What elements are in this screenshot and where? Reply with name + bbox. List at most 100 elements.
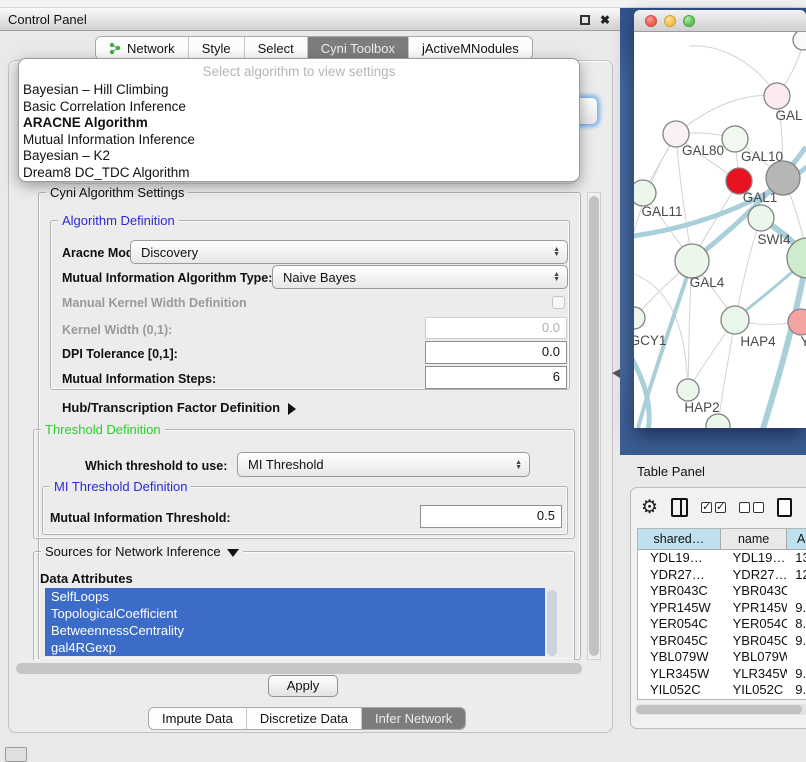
list-item[interactable]: BetweennessCentrality [45, 622, 545, 639]
table-cell: YDR27… [721, 567, 788, 584]
table-row[interactable]: YER054CYER054C8. [638, 616, 806, 633]
tab-style[interactable]: Style [189, 37, 245, 59]
manual-kernel-label: Manual Kernel Width Definition [62, 296, 247, 310]
node-hap2[interactable] [677, 379, 699, 401]
node-gal[interactable] [764, 83, 790, 109]
tab-infer-network[interactable]: Infer Network [362, 708, 465, 729]
algorithm-dropdown: Select algorithm to view settings Bayesi… [18, 58, 580, 182]
tab-discretize-data[interactable]: Discretize Data [247, 708, 362, 729]
node[interactable] [766, 161, 800, 195]
table-cell: YPR145W [721, 600, 788, 617]
minimized-panel-icon[interactable] [5, 747, 27, 762]
screen: Control Panel ✖ Network Style Select Cyn… [0, 0, 806, 762]
table-hscrollbar[interactable] [635, 704, 806, 715]
group-title: Algorithm Definition [58, 213, 179, 228]
menu-item-aracne[interactable]: ARACNE Algorithm [19, 115, 579, 132]
settings-hscrollbar-thumb[interactable] [16, 663, 582, 674]
expand-right-icon [288, 403, 296, 415]
control-panel-tabs: Network Style Select Cyni Toolbox jActiv… [95, 36, 533, 60]
list-item[interactable]: TopologicalCoefficient [45, 605, 545, 622]
manual-kernel-checkbox[interactable] [552, 296, 565, 309]
table-cell: YLR345W [721, 666, 788, 683]
network-window-titlebar [634, 10, 806, 32]
node[interactable] [793, 32, 806, 50]
hub-definition-toggle[interactable]: Hub/Transcription Factor Definition [62, 400, 296, 415]
dpi-tolerance-field[interactable]: 0.0 [425, 341, 567, 364]
network-window[interactable]: GALGAL80GAL10GAL1SWI4GAL11GAL4GCY1HAP4YH… [634, 10, 806, 428]
mi-type-combo[interactable]: Naive Bayes ▲▼ [272, 265, 568, 289]
mi-type-label: Mutual Information Algorithm Type: [62, 271, 272, 285]
gear-icon[interactable]: ⚙ [641, 498, 658, 517]
group-title: MI Threshold Definition [50, 479, 191, 494]
node[interactable] [706, 414, 730, 428]
node-gcy1[interactable] [634, 307, 645, 329]
table-cell: 9. [787, 600, 806, 617]
column-header-partial[interactable]: A [787, 529, 806, 549]
network-icon [109, 42, 122, 55]
list-item[interactable]: SelfLoops [45, 588, 545, 605]
select-all-icon[interactable] [701, 502, 726, 513]
export-table-icon[interactable] [777, 498, 792, 517]
data-attributes-list[interactable]: SelfLoopsTopologicalCoefficientBetweenne… [45, 588, 560, 659]
table-row[interactable]: YBR045CYBR045C9. [638, 633, 806, 650]
table-row[interactable]: YDR27…YDR27…12 [638, 567, 806, 584]
list-item[interactable]: gal4RGexp [45, 639, 545, 656]
tab-select[interactable]: Select [245, 37, 308, 59]
mi-threshold-label: Mutual Information Threshold: [50, 511, 231, 525]
column-header-name[interactable]: name [721, 529, 788, 549]
menu-item-bayesian-hill-climbing[interactable]: Bayesian – Hill Climbing [19, 82, 579, 99]
table-row[interactable]: YBL079WYBL079W [638, 649, 806, 666]
close-icon[interactable]: ✖ [600, 13, 610, 27]
settings-scrollbar-thumb[interactable] [589, 196, 599, 656]
columns-icon[interactable] [671, 498, 688, 517]
node-label: GAL [775, 108, 803, 123]
menu-item-bayesian-k2[interactable]: Bayesian – K2 [19, 148, 579, 165]
node-gal11[interactable] [634, 180, 656, 206]
table-row[interactable]: YBR043CYBR043C [638, 583, 806, 600]
table-panel: ⚙ shared… name A YDL19…YDL19…13YDR27…YDR… [630, 487, 806, 729]
table-cell: 9. [787, 666, 806, 683]
table-row[interactable]: YLR345WYLR345W9. [638, 666, 806, 683]
bottom-tabs: Impute Data Discretize Data Infer Networ… [148, 707, 466, 730]
list-scrollbar[interactable] [547, 590, 557, 656]
node-gal4[interactable] [675, 244, 709, 278]
menu-item-dream8[interactable]: Dream8 DC_TDC Algorithm [19, 165, 579, 182]
table-row[interactable]: YPR145WYPR145W9. [638, 600, 806, 617]
column-header-shared-name[interactable]: shared… [638, 529, 721, 549]
apply-button[interactable]: Apply [268, 675, 338, 697]
node-table[interactable]: shared… name A YDL19…YDL19…13YDR27…YDR27… [637, 528, 806, 700]
table-row[interactable]: YDL19…YDL19…13 [638, 550, 806, 567]
deselect-all-icon[interactable] [739, 502, 764, 513]
node-hap4[interactable] [721, 306, 749, 334]
table-panel-title: Table Panel [637, 464, 705, 479]
table-toolbar: ⚙ [641, 498, 792, 517]
table-body: YDL19…YDL19…13YDR27…YDR27…12YBR043CYBR04… [638, 550, 806, 699]
tab-cyni-toolbox[interactable]: Cyni Toolbox [308, 37, 409, 59]
node-label: HAP4 [740, 334, 776, 349]
tab-jactivemnodules[interactable]: jActiveMNodules [409, 37, 532, 59]
which-threshold-combo[interactable]: MI Threshold ▲▼ [237, 452, 530, 477]
mi-steps-field[interactable]: 6 [425, 366, 567, 389]
table-cell: YBR045C [721, 633, 788, 650]
tab-network[interactable]: Network [96, 37, 189, 59]
minimize-traffic-light-icon[interactable] [664, 15, 676, 27]
table-cell: 9. [787, 682, 806, 699]
close-traffic-light-icon[interactable] [645, 15, 657, 27]
sources-toggle[interactable]: Sources for Network Inference [41, 544, 243, 559]
tab-impute-data[interactable]: Impute Data [149, 708, 247, 729]
table-row[interactable]: YIL052CYIL052C9. [638, 682, 806, 699]
table-cell: YDR27… [638, 567, 721, 584]
network-view[interactable]: GALGAL80GAL10GAL1SWI4GAL11GAL4GCY1HAP4YH… [634, 32, 806, 428]
node-label: GAL4 [690, 275, 725, 290]
menu-item-basic-correlation[interactable]: Basic Correlation Inference [19, 99, 579, 116]
menu-item-mutual-information[interactable]: Mutual Information Inference [19, 132, 579, 149]
kernel-width-field[interactable]: 0.0 [425, 317, 567, 339]
table-cell: YIL052C [721, 682, 788, 699]
table-cell: YER054C [721, 616, 788, 633]
zoom-traffic-light-icon[interactable] [683, 15, 695, 27]
table-cell: YBR045C [638, 633, 721, 650]
float-window-icon[interactable] [580, 15, 590, 25]
aracne-mode-combo[interactable]: Discovery ▲▼ [130, 240, 568, 264]
node-swi4[interactable] [748, 205, 774, 231]
mi-threshold-field[interactable]: 0.5 [420, 505, 562, 528]
